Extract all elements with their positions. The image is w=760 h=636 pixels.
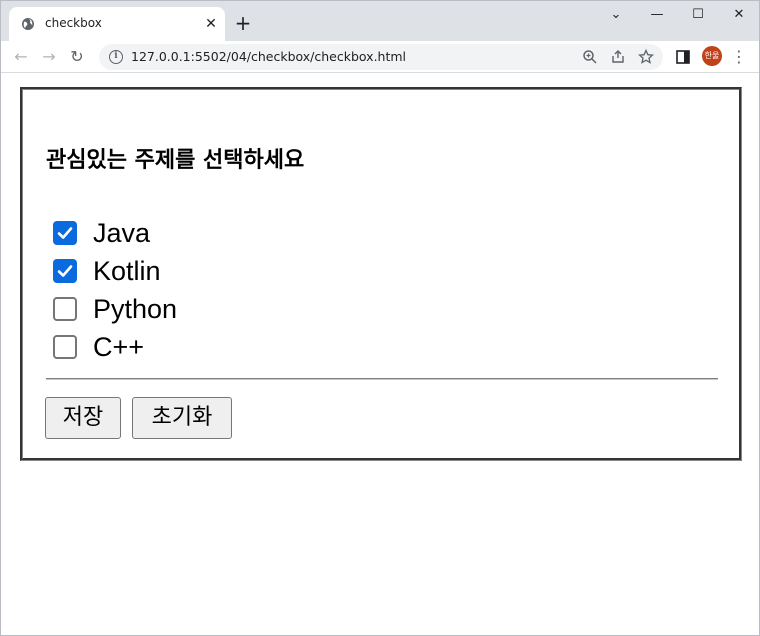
browser-window: checkbox ✕ + ⌄ — ☐ ✕ ← → ↻ i 127.0.0.1:5… xyxy=(0,0,760,636)
python-label[interactable]: Python xyxy=(93,294,177,324)
python-checkbox[interactable] xyxy=(53,297,77,321)
kotlin-label[interactable]: Kotlin xyxy=(93,256,161,286)
topic-fieldset: 관심있는 주제를 선택하세요 Java Kotlin Python C++ 저장… xyxy=(20,87,742,461)
divider xyxy=(46,378,718,380)
address-bar[interactable]: i 127.0.0.1:5502/04/checkbox/checkbox.ht… xyxy=(99,44,663,70)
profile-avatar[interactable]: 한울 xyxy=(702,46,722,66)
side-panel-icon[interactable] xyxy=(673,47,693,67)
kotlin-checkbox[interactable] xyxy=(53,259,77,283)
forward-button[interactable]: → xyxy=(39,47,59,67)
share-icon[interactable] xyxy=(609,48,627,66)
cpp-checkbox[interactable] xyxy=(53,335,77,359)
close-window-button[interactable]: ✕ xyxy=(721,5,757,25)
maximize-button[interactable]: ☐ xyxy=(680,5,716,25)
menu-icon[interactable]: ⋮ xyxy=(731,47,747,67)
checkmark-icon xyxy=(57,227,73,239)
tab-checkbox[interactable]: checkbox ✕ xyxy=(9,7,225,41)
java-label[interactable]: Java xyxy=(93,218,150,248)
site-info-icon[interactable]: i xyxy=(109,50,123,64)
page-heading: 관심있는 주제를 선택하세요 xyxy=(46,148,305,173)
tab-title: checkbox xyxy=(45,16,102,30)
minimize-button[interactable]: — xyxy=(639,5,675,25)
java-checkbox[interactable] xyxy=(53,221,77,245)
browser-toolbar: ← → ↻ i 127.0.0.1:5502/04/checkbox/check… xyxy=(1,41,759,73)
reload-button[interactable]: ↻ xyxy=(67,47,87,67)
back-button[interactable]: ← xyxy=(11,47,31,67)
globe-icon xyxy=(22,18,34,30)
zoom-icon[interactable] xyxy=(581,48,599,66)
tab-strip: checkbox ✕ + ⌄ — ☐ ✕ xyxy=(1,1,759,41)
cpp-label[interactable]: C++ xyxy=(93,332,144,362)
tab-close-icon[interactable]: ✕ xyxy=(203,16,219,32)
save-button[interactable]: 저장 xyxy=(45,397,121,439)
new-tab-button[interactable]: + xyxy=(233,13,253,33)
url-text[interactable]: 127.0.0.1:5502/04/checkbox/checkbox.html xyxy=(131,49,406,64)
reset-button[interactable]: 초기화 xyxy=(132,397,232,439)
tab-search-chevron-icon[interactable]: ⌄ xyxy=(598,5,634,25)
bookmark-star-icon[interactable] xyxy=(637,48,655,66)
checkmark-icon xyxy=(57,265,73,277)
